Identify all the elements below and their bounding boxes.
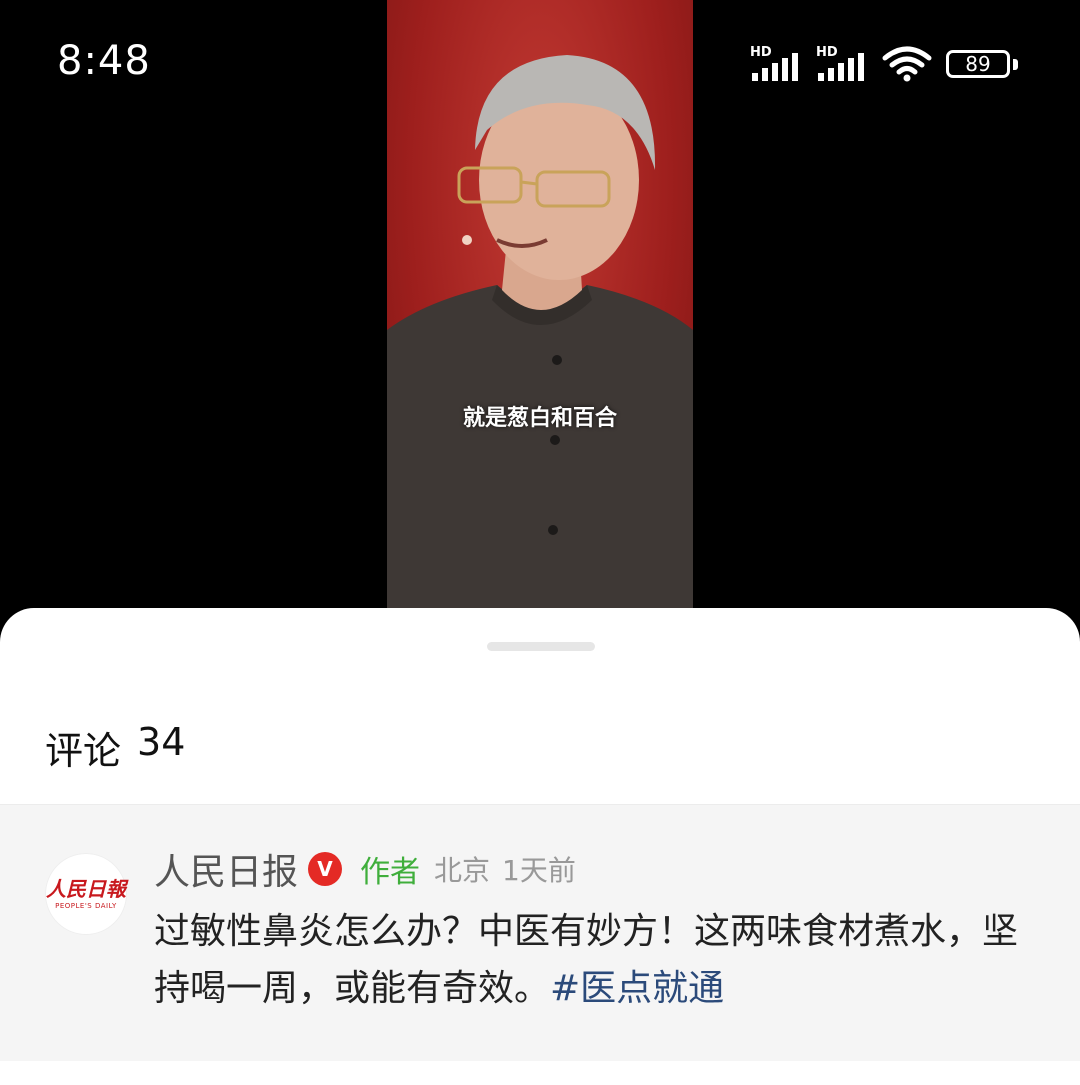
comments-sheet: 评论 34 人民日報 PEOPLE'S DAILY 人民日报 V 作者 北京 1…	[0, 608, 1080, 1085]
battery-icon: 89	[946, 48, 1018, 80]
comment-text: 过敏性鼻炎怎么办？中医有妙方！这两味食材煮水，坚持喝一周，或能有奇效。#医点就通	[154, 903, 1034, 1017]
battery-level: 89	[965, 52, 991, 76]
comment-time: 1天前	[502, 854, 576, 887]
comments-title-label: 评论	[45, 729, 122, 773]
comment-item[interactable]: 人民日報 PEOPLE'S DAILY 人民日报 V 作者 北京 1天前 过敏性…	[0, 804, 1080, 1061]
status-icons: HD HD 89	[750, 44, 1018, 84]
author-tag: 作者	[360, 855, 421, 890]
avatar[interactable]: 人民日報 PEOPLE'S DAILY	[45, 853, 127, 935]
sheet-drag-handle[interactable]	[487, 642, 595, 651]
video-subtitle: 就是葱白和百合	[462, 406, 617, 431]
comment-meta: 人民日报 V 作者 北京 1天前	[154, 843, 576, 895]
avatar-logo-text: 人民日報	[46, 877, 126, 901]
status-time: 8:48	[57, 38, 151, 84]
comment-location: 北京	[434, 854, 491, 887]
cellular-signal-icon: HD	[816, 45, 868, 81]
verified-badge-icon: V	[308, 852, 343, 886]
comments-title: 评论 34	[45, 720, 185, 775]
status-bar: 8:48 HD HD 89	[0, 0, 1080, 110]
wifi-icon	[882, 46, 932, 82]
comments-count: 34	[137, 720, 186, 764]
avatar-logo-subtext: PEOPLE'S DAILY	[55, 902, 117, 910]
cellular-signal-icon: HD	[750, 45, 802, 81]
comment-author[interactable]: 人民日报	[154, 843, 298, 895]
hashtag-link[interactable]: #医点就通	[550, 968, 724, 1009]
